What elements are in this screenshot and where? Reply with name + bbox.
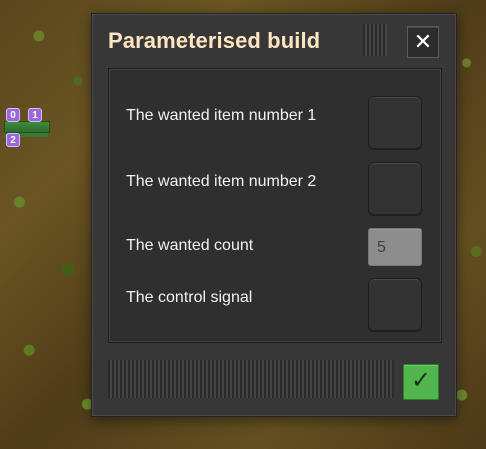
title-drag-handle[interactable]	[363, 24, 387, 56]
item-slot-2[interactable]	[368, 162, 422, 216]
wanted-count-input[interactable]: 5	[368, 228, 422, 266]
parameter-label: The wanted item number 2	[126, 173, 317, 190]
parameterised-build-dialog: Parameterised build ✕ The wanted item nu…	[91, 13, 457, 417]
footer-drag-handle[interactable]	[108, 360, 394, 398]
confirm-button[interactable]: ✓	[403, 364, 439, 400]
parameter-label: The wanted item number 1	[126, 107, 317, 124]
item-slot-1[interactable]	[368, 96, 422, 150]
parameter-row-item-2: The wanted item number 2	[109, 155, 441, 216]
dialog-footer: ✓	[108, 356, 442, 400]
signal-chip-1: 1	[28, 108, 42, 122]
signal-chip-2: 2	[6, 133, 20, 147]
parameter-label: The control signal	[126, 289, 253, 306]
close-button[interactable]: ✕	[407, 26, 439, 58]
signal-chip-0: 0	[6, 108, 20, 122]
dialog-title: Parameterised build	[108, 28, 321, 53]
parameter-label: The wanted count	[126, 237, 254, 254]
combinator-body	[4, 121, 50, 133]
map-entity: 0 1 2	[2, 108, 56, 154]
parameter-row-count: The wanted count 5	[109, 219, 441, 275]
check-icon: ✓	[410, 367, 432, 394]
parameter-row-control-signal: The control signal	[109, 271, 441, 332]
close-icon: ✕	[413, 29, 433, 54]
control-signal-slot[interactable]	[368, 278, 422, 332]
parameter-panel: The wanted item number 1 The wanted item…	[108, 68, 442, 343]
parameter-row-item-1: The wanted item number 1	[109, 89, 441, 150]
dialog-titlebar: Parameterised build ✕	[92, 14, 456, 68]
